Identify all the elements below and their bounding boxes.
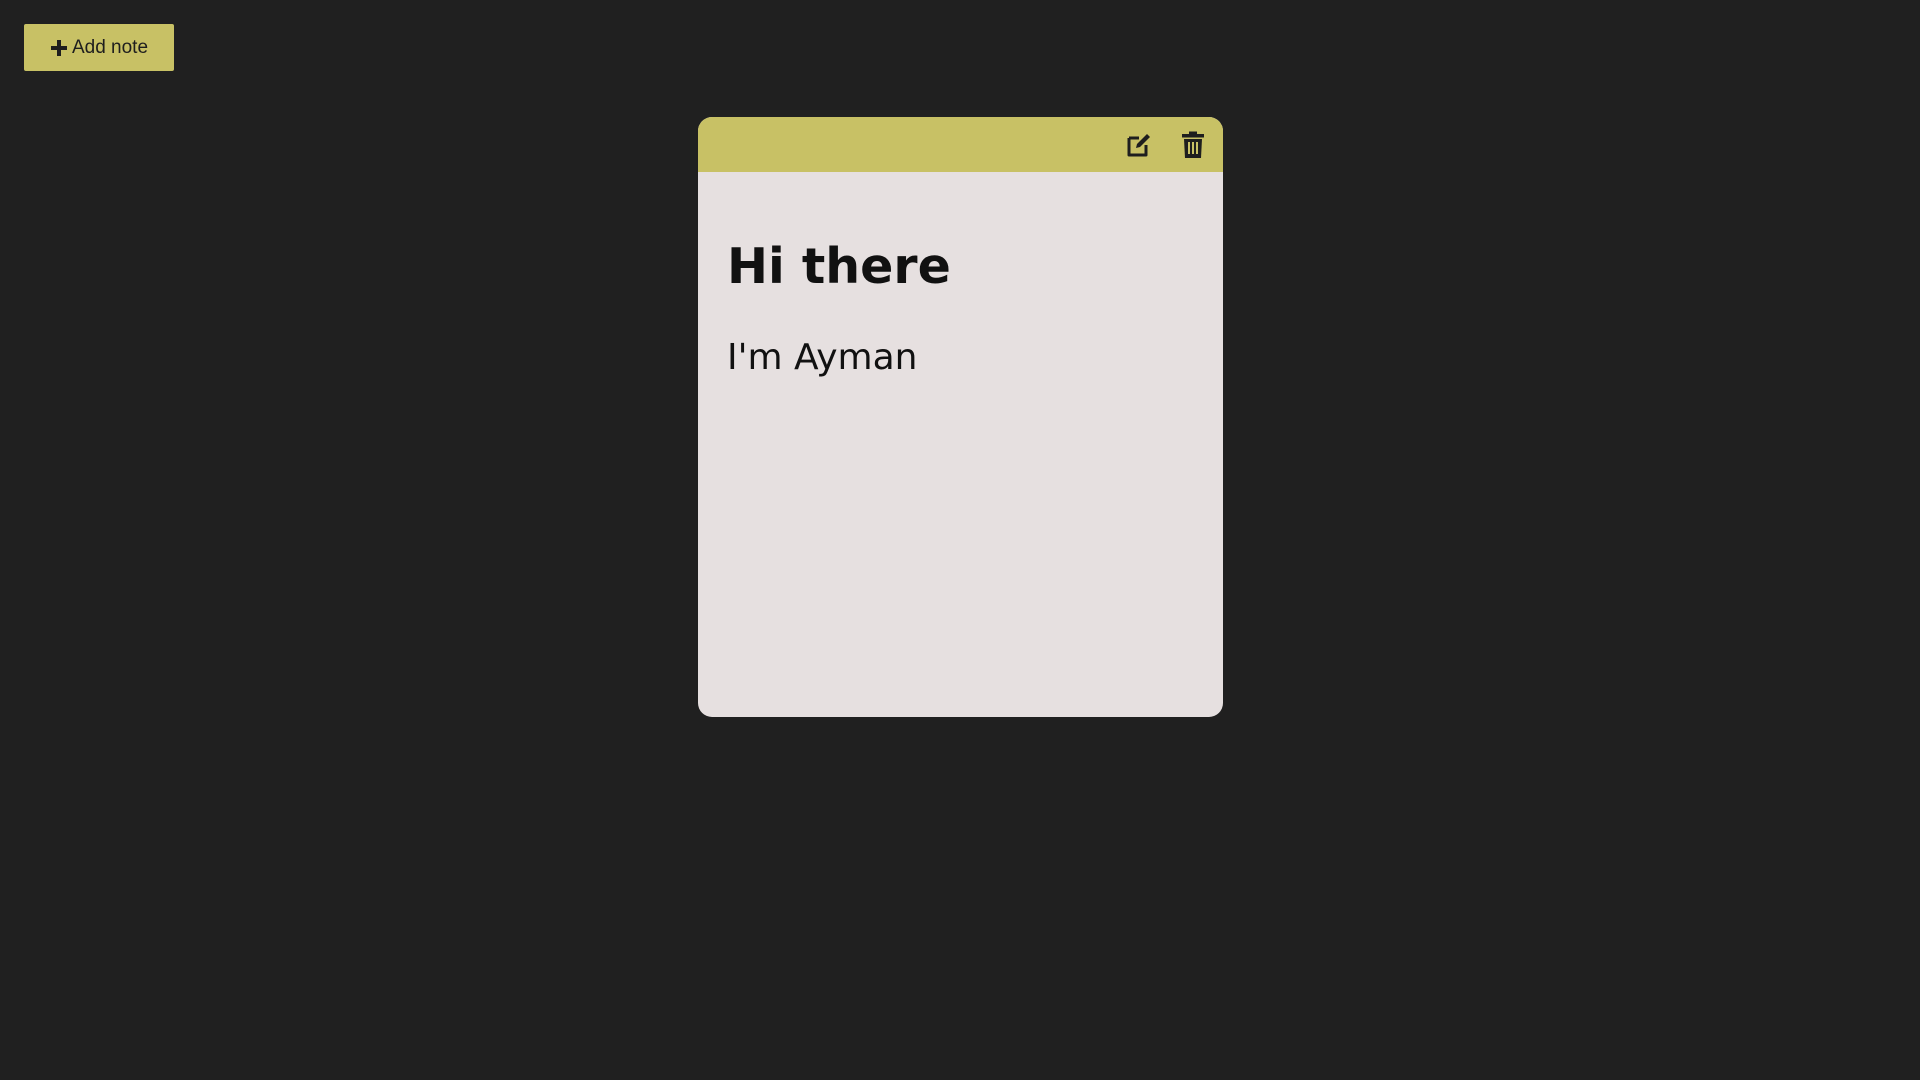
plus-icon — [50, 39, 68, 57]
note-card: Hi there I'm Ayman — [698, 117, 1223, 717]
add-note-button[interactable]: Add note — [24, 24, 174, 71]
note-text: I'm Ayman — [727, 336, 918, 378]
edit-icon[interactable] — [1125, 131, 1153, 159]
trash-icon[interactable] — [1179, 131, 1207, 159]
note-title: Hi there — [727, 238, 951, 295]
add-note-label: Add note — [71, 36, 149, 58]
note-header — [698, 117, 1223, 172]
note-body: Hi there I'm Ayman — [698, 172, 1223, 377]
